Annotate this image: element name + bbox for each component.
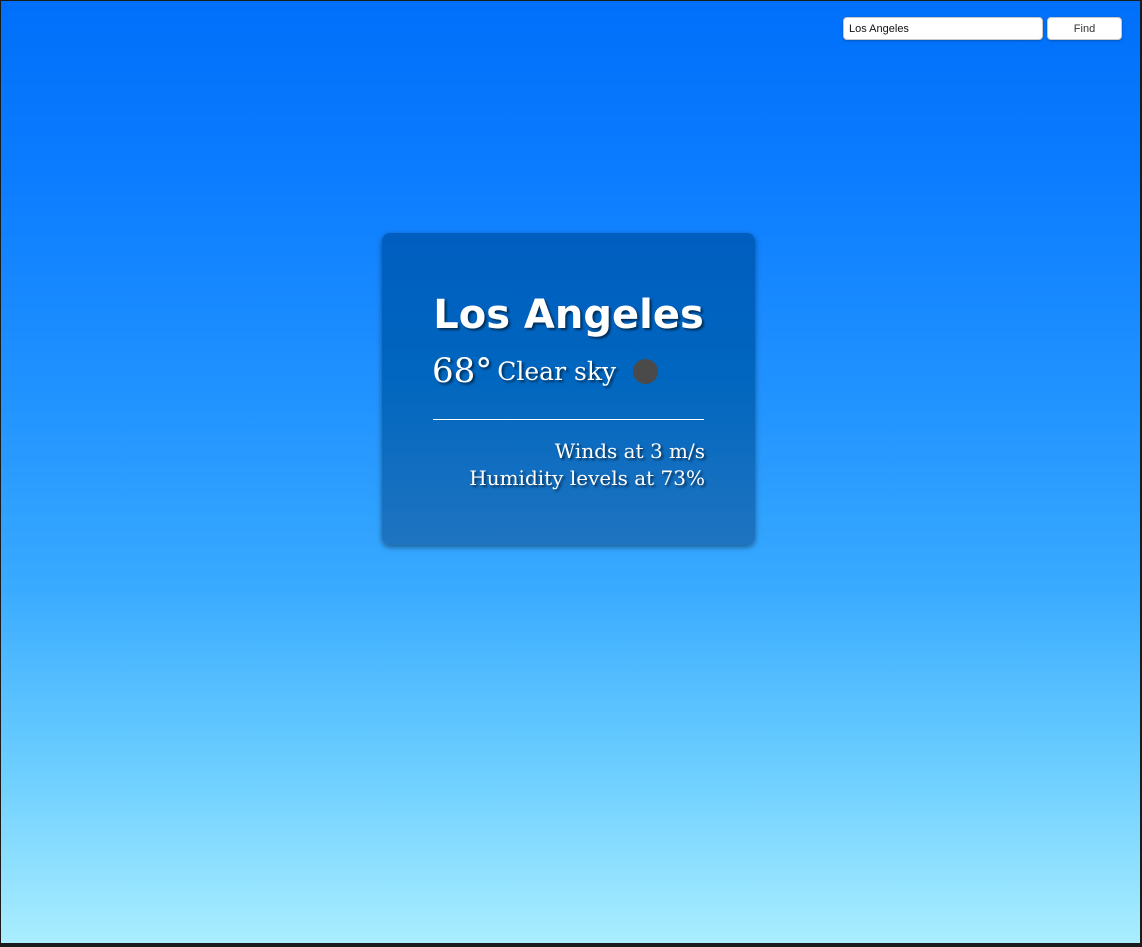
find-button[interactable]: Find (1047, 17, 1122, 40)
card-divider (433, 419, 704, 420)
city-name: Los Angeles (433, 292, 704, 338)
weather-condition-icon (633, 358, 659, 384)
temperature: 68° (432, 351, 493, 391)
humidity: Humidity levels at 73% (469, 466, 705, 490)
temperature-row: 68° Clear sky (432, 349, 659, 393)
weather-details: Winds at 3 m/s Humidity levels at 73% (469, 438, 705, 492)
weather-card: Los Angeles 68° Clear sky Winds at 3 m/s… (382, 233, 755, 545)
app-background: Find Los Angeles 68° Clear sky Winds at … (1, 1, 1140, 943)
wind-speed: Winds at 3 m/s (554, 439, 705, 463)
city-search-input[interactable] (843, 17, 1043, 40)
weather-condition: Clear sky (497, 356, 617, 386)
